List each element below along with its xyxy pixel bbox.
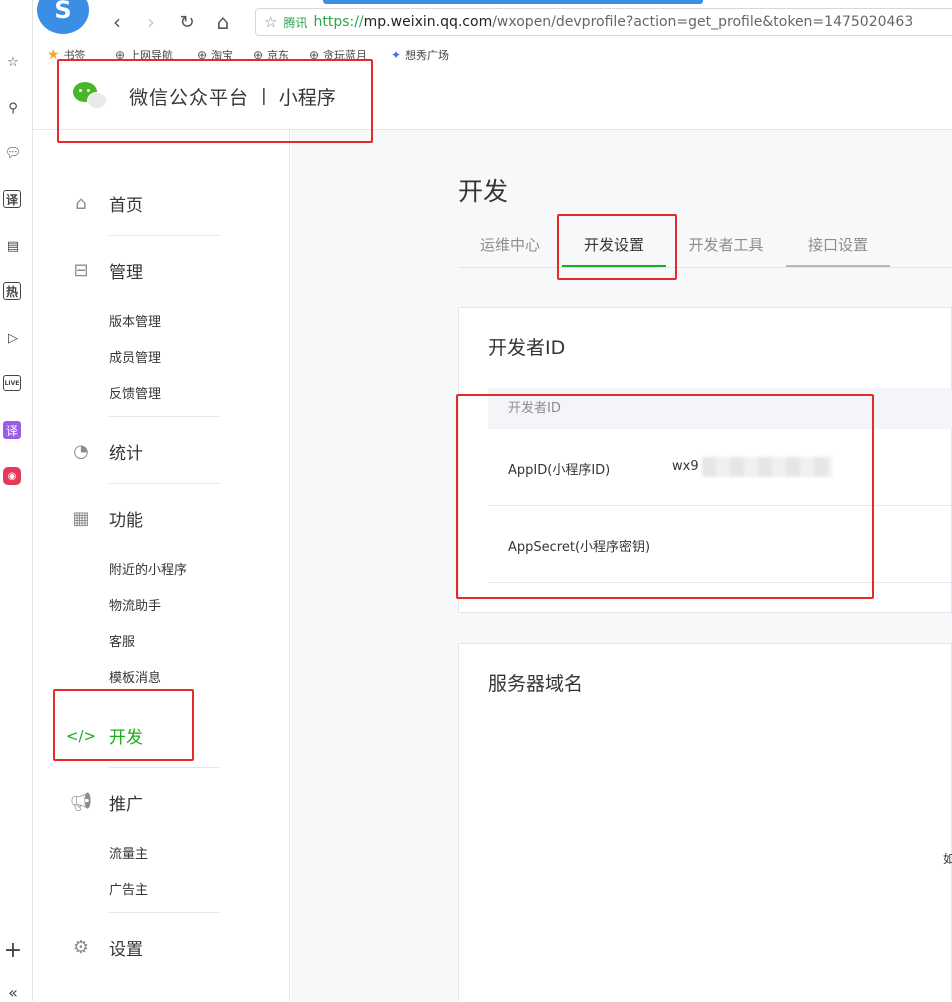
highlight-box xyxy=(53,689,194,761)
sidebar-sub-nearby[interactable]: 附近的小程序 xyxy=(109,559,187,578)
home-button[interactable]: ⌂ xyxy=(211,10,235,34)
divider xyxy=(109,912,220,913)
chat-icon[interactable]: 💬︎ xyxy=(3,143,23,163)
highlight-box xyxy=(456,394,874,599)
sidebar-sub-advertiser[interactable]: 广告主 xyxy=(109,879,148,898)
hot-icon[interactable]: 热 xyxy=(3,282,21,300)
sidebar-item-features[interactable]: ▦ 功能 xyxy=(69,506,143,531)
browser-logo-icon[interactable]: S xyxy=(37,0,89,34)
url-path: /wxopen/devprofile?action=get_profile&to… xyxy=(492,14,914,30)
sidebar-sub-traffic[interactable]: 流量主 xyxy=(109,843,148,862)
sidebar-item-manage[interactable]: ⊟ 管理 xyxy=(69,258,143,283)
translate-icon[interactable]: 译 xyxy=(3,190,21,208)
reload-button[interactable]: ↻ xyxy=(175,10,199,34)
forward-button[interactable]: › xyxy=(139,10,163,34)
add-icon[interactable]: + xyxy=(3,938,23,963)
browser-toolbar: S ‹ › ↻ ⌂ ☆ 腾讯 https:// mp.weixin.qq.com… xyxy=(33,0,952,44)
truncated-text: 如 xyxy=(943,852,952,866)
page-title: 开发 xyxy=(458,177,509,206)
tab-api-settings[interactable]: 接口设置 xyxy=(786,222,890,268)
grid-icon: ▦ xyxy=(72,508,90,529)
sidebar-item-stats[interactable]: ◔ 统计 xyxy=(69,439,143,464)
bookmark-item[interactable]: ✦ 想秀广场 xyxy=(391,47,449,63)
address-bar[interactable]: ☆ 腾讯 https:// mp.weixin.qq.com /wxopen/d… xyxy=(255,8,952,36)
site-tag: 腾讯 xyxy=(283,15,308,30)
divider xyxy=(109,483,220,484)
tab-dev-tools[interactable]: 开发者工具 xyxy=(674,222,778,268)
translate-app-icon[interactable]: 译 xyxy=(3,421,21,439)
url-host: mp.weixin.qq.com xyxy=(363,14,493,30)
megaphone-icon: 📢︎ xyxy=(69,792,93,813)
bookmark-star-icon[interactable]: ☆ xyxy=(264,13,277,31)
home-icon: ⌂ xyxy=(75,193,87,214)
app-shield-icon[interactable]: ◉ xyxy=(3,467,21,485)
pie-chart-icon: ◔ xyxy=(73,441,89,462)
inbox-icon: ⊟ xyxy=(73,260,89,281)
card-title: 服务器域名 xyxy=(488,673,584,695)
divider xyxy=(109,416,220,417)
server-domain-card: 服务器域名 xyxy=(458,643,952,1001)
tab-ops-center[interactable]: 运维中心 xyxy=(458,222,562,268)
collapse-icon[interactable]: « xyxy=(3,982,23,1002)
tab-bar: 运维中心 开发设置 开发者工具 接口设置 xyxy=(458,222,952,268)
back-button[interactable]: ‹ xyxy=(105,10,129,34)
divider xyxy=(109,235,220,236)
video-icon[interactable]: ▷ xyxy=(3,328,23,348)
sidebar-sub-version[interactable]: 版本管理 xyxy=(109,311,161,330)
sidebar-sub-feedback[interactable]: 反馈管理 xyxy=(109,383,161,402)
divider xyxy=(109,767,220,768)
sidebar-sub-service[interactable]: 客服 xyxy=(109,631,135,650)
highlight-box xyxy=(557,214,677,280)
url-scheme: https:// xyxy=(313,14,364,30)
highlight-box xyxy=(57,59,373,143)
sparkle-icon: ✦ xyxy=(391,48,402,62)
sidebar-item-home[interactable]: ⌂ 首页 xyxy=(69,191,143,216)
favorite-star-icon[interactable]: ☆ xyxy=(3,52,23,72)
live-icon[interactable]: LIVE xyxy=(3,375,21,391)
sidebar-sub-template[interactable]: 模板消息 xyxy=(109,667,161,686)
card-title: 开发者ID xyxy=(488,337,566,359)
sidebar-item-promote[interactable]: 📢︎ 推广 xyxy=(69,790,143,815)
server-icon[interactable]: ▤ xyxy=(3,236,23,256)
active-tab-strip[interactable] xyxy=(323,0,703,4)
search-icon[interactable]: ⚲ xyxy=(3,98,23,118)
sidebar-sub-logistics[interactable]: 物流助手 xyxy=(109,595,161,614)
sidebar-sub-members[interactable]: 成员管理 xyxy=(109,347,161,366)
sidebar: ⌂ 首页 ⊟ 管理 版本管理 成员管理 反馈管理 ◔ 统计 ▦ 功能 附近的小程… xyxy=(33,130,290,1001)
browser-side-rail: ☆ ⚲ 💬︎ 译 ▤ 热 ▷ LIVE 译 ◉ + « xyxy=(0,0,33,1002)
gear-icon: ⚙ xyxy=(72,937,90,958)
sidebar-item-settings[interactable]: ⚙ 设置 xyxy=(69,935,143,960)
